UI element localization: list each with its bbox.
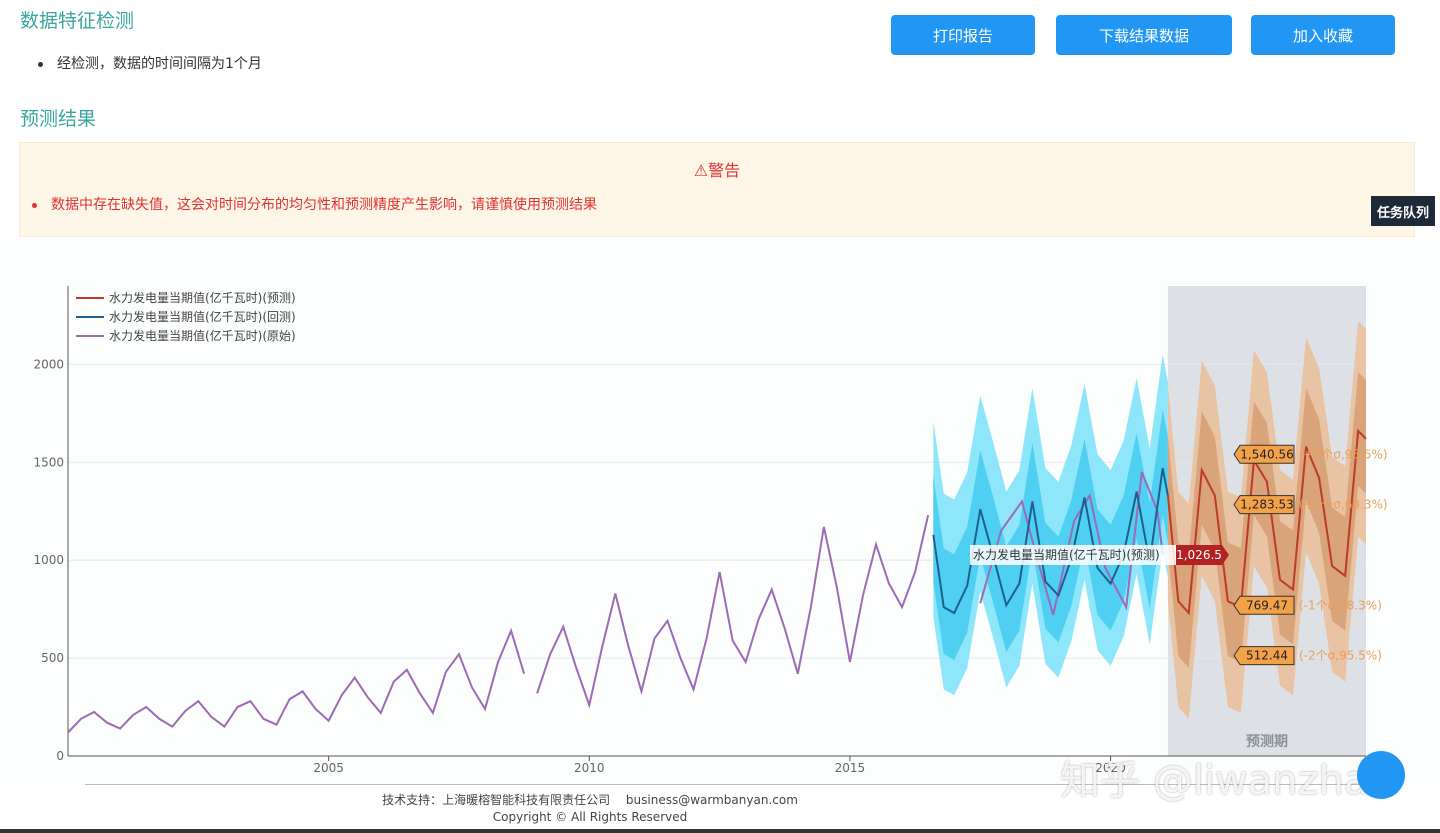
- warning-dot: [32, 202, 37, 208]
- y-tick-label: 1000: [33, 553, 64, 567]
- band-note-label: (-1个σ,68.3%): [1299, 598, 1382, 612]
- section-title-forecast: 预测结果: [20, 108, 97, 130]
- y-tick-label: 2000: [33, 357, 64, 371]
- band-note-label: (+1个σ,68.3%): [1299, 498, 1388, 512]
- download-data-button[interactable]: 下载结果数据: [1056, 15, 1232, 55]
- band-value-label: 512.44: [1246, 649, 1288, 663]
- y-tick-label: 500: [41, 651, 64, 665]
- warning-title: ⚠警告: [693, 161, 741, 180]
- feature-bullet-text: 经检测，数据的时间间隔为1个月: [57, 56, 262, 72]
- tooltip-value-label: 1,026.5: [1176, 548, 1222, 562]
- legend-label: 水力发电量当期值(亿千瓦时)(原始): [109, 328, 296, 343]
- section-title-feature: 数据特征检测: [20, 10, 135, 32]
- bottom-bar: [0, 829, 1440, 833]
- legend-label: 水力发电量当期值(亿千瓦时)(预测): [109, 290, 296, 305]
- y-tick-label: 1500: [33, 455, 64, 469]
- warning-message: 数据中存在缺失值，这会对时间分布的均匀性和预测精度产生影响，请谨慎使用预测结果: [51, 197, 597, 213]
- print-report-button[interactable]: 打印报告: [891, 15, 1035, 55]
- band-value-label: 1,540.56: [1240, 447, 1293, 461]
- warning-box: ⚠警告 数据中存在缺失值，这会对时间分布的均匀性和预测精度产生影响，请谨慎使用预…: [19, 142, 1415, 237]
- warning-item: 数据中存在缺失值，这会对时间分布的均匀性和预测精度产生影响，请谨慎使用预测结果: [32, 194, 597, 214]
- band-value-label: 1,283.53: [1240, 498, 1293, 512]
- tooltip-series-label: 水力发电量当期值(亿千瓦时)(预测): [973, 547, 1160, 562]
- legend-label: 水力发电量当期值(亿千瓦时)(回测): [109, 309, 296, 324]
- x-tick-label: 2015: [835, 761, 866, 775]
- footer-copyright: Copyright © All Rights Reserved: [492, 810, 688, 824]
- footer-support: 技术支持：上海暖榕智能科技有限责任公司 business@warmbanyan.…: [382, 793, 798, 807]
- add-favorite-button[interactable]: 加入收藏: [1251, 15, 1395, 55]
- bullet-dot: [38, 61, 43, 67]
- band-note-label: (-2个σ,95.5%): [1299, 649, 1382, 663]
- y-tick-label: 0: [56, 749, 64, 763]
- feature-bullet: 经检测，数据的时间间隔为1个月: [38, 53, 262, 73]
- forecast-chart: 预测期05001000150020002005 2010 2015 2020水力发电量…: [0, 240, 1440, 785]
- task-queue-tab[interactable]: 任务队列: [1371, 196, 1435, 226]
- scroll-top-button[interactable]: [1357, 751, 1405, 799]
- x-tick-label: 2010: [574, 761, 605, 775]
- watermark: 知乎 @liwanzhao: [1060, 758, 1393, 804]
- band-value-label: 769.47: [1246, 598, 1288, 612]
- band-note-label: (+2个σ,95.5%): [1299, 447, 1388, 461]
- x-tick-label: 2005: [313, 761, 344, 775]
